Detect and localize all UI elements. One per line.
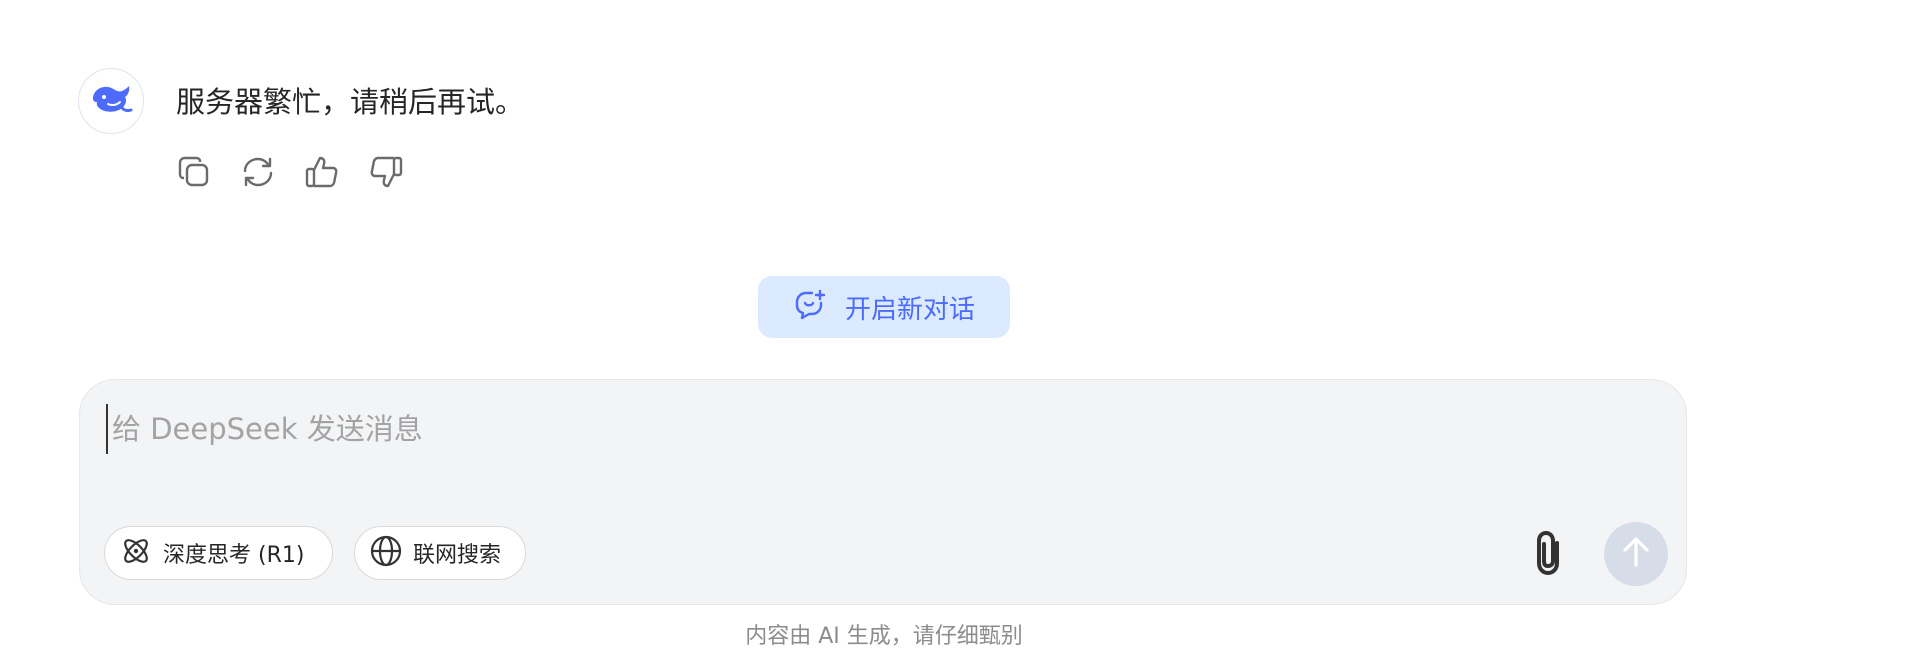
- attach-file-button[interactable]: [1522, 528, 1576, 582]
- assistant-avatar: [78, 68, 144, 134]
- thumbs-down-icon: [368, 154, 404, 194]
- new-chat-bubble-icon: [793, 288, 827, 326]
- dislike-button[interactable]: [364, 152, 408, 196]
- regenerate-icon: [240, 154, 276, 194]
- assistant-message-text: 服务器繁忙，请稍后再试。: [176, 85, 525, 119]
- ai-disclaimer: 内容由 AI 生成，请仔细甄别: [745, 624, 1023, 649]
- regenerate-button[interactable]: [236, 152, 280, 196]
- deep-think-toggle[interactable]: 深度思考 (R1): [104, 526, 333, 580]
- message-composer: 深度思考 (R1) 联网搜索: [79, 379, 1687, 605]
- deepseek-whale-logo-icon: [89, 82, 133, 120]
- message-input[interactable]: [106, 404, 1612, 454]
- like-button[interactable]: [300, 152, 344, 196]
- copy-icon: [176, 154, 212, 194]
- web-search-toggle[interactable]: 联网搜索: [354, 526, 526, 580]
- deep-think-label: 深度思考 (R1): [163, 543, 305, 568]
- atom-icon: [119, 534, 153, 572]
- arrow-up-icon: [1621, 536, 1651, 572]
- thumbs-up-icon: [304, 154, 340, 194]
- message-actions: [172, 152, 408, 196]
- paperclip-icon: [1529, 529, 1569, 581]
- send-button[interactable]: [1604, 522, 1668, 586]
- copy-button[interactable]: [172, 152, 216, 196]
- new-chat-button[interactable]: 开启新对话: [758, 276, 1010, 338]
- globe-icon: [369, 534, 403, 572]
- new-chat-label: 开启新对话: [844, 294, 975, 325]
- web-search-label: 联网搜索: [413, 543, 502, 568]
